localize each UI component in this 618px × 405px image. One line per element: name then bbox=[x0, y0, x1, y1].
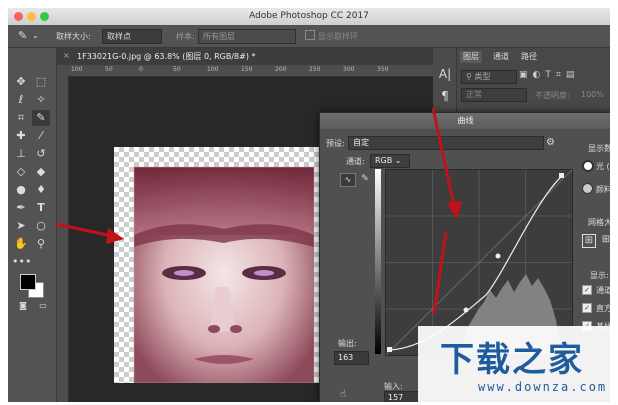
arrow-to-image bbox=[55, 222, 113, 238]
foreground-color-swatch[interactable] bbox=[20, 274, 36, 290]
watermark-logo-text: 下载之家 bbox=[440, 340, 584, 380]
arrow-to-histogram bbox=[432, 231, 448, 315]
arrow-head bbox=[447, 201, 462, 220]
arrow-to-curve bbox=[431, 107, 456, 207]
watermark: 下载之家 www.downza.com bbox=[418, 326, 618, 405]
watermark-url: www.downza.com bbox=[478, 380, 608, 394]
arrow-head bbox=[106, 228, 124, 244]
